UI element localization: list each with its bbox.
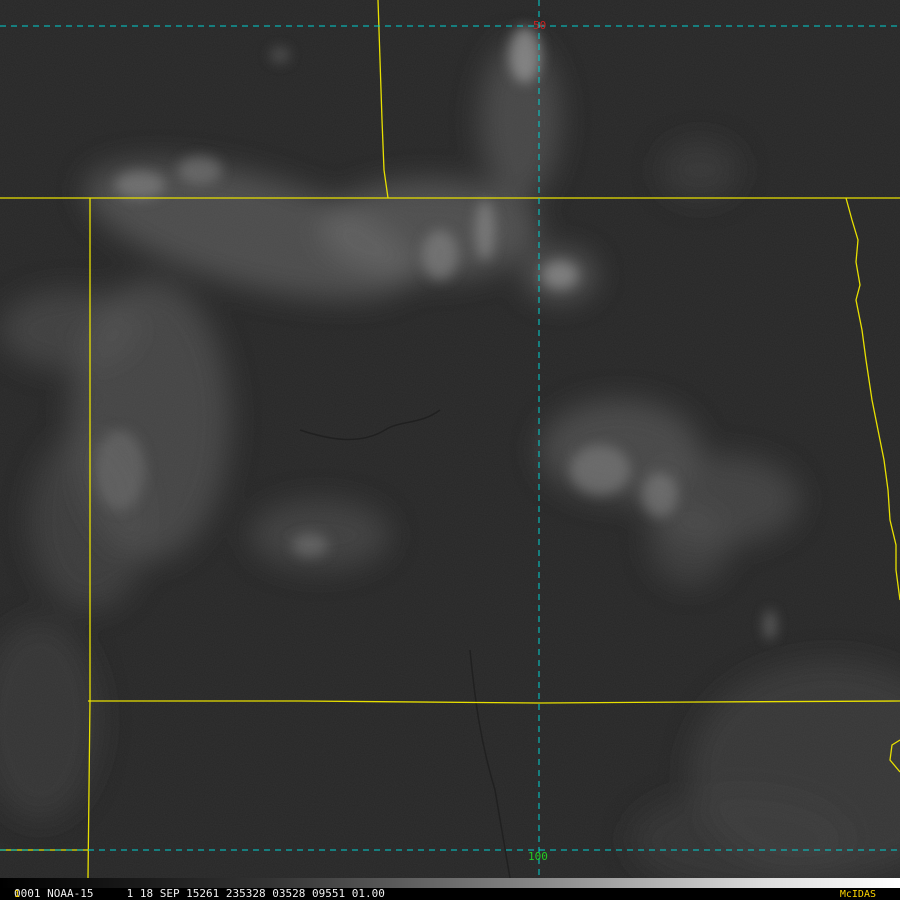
image-metadata-line: 0001 NOAA-15 1 18 SEP 15261 235328 03528… [14,887,385,900]
image-canvas [0,0,900,878]
image-grain [0,0,900,878]
frame-number: 1 [14,889,21,900]
mcidas-brand-label: McIDAS [839,889,876,900]
grid-label-100: 100 [528,850,548,863]
satellite-image: 50 100 [0,0,900,878]
grid-label-50: 50 [533,19,547,32]
status-bar: 0001 NOAA-15 1 18 SEP 15261 235328 03528… [0,878,900,900]
